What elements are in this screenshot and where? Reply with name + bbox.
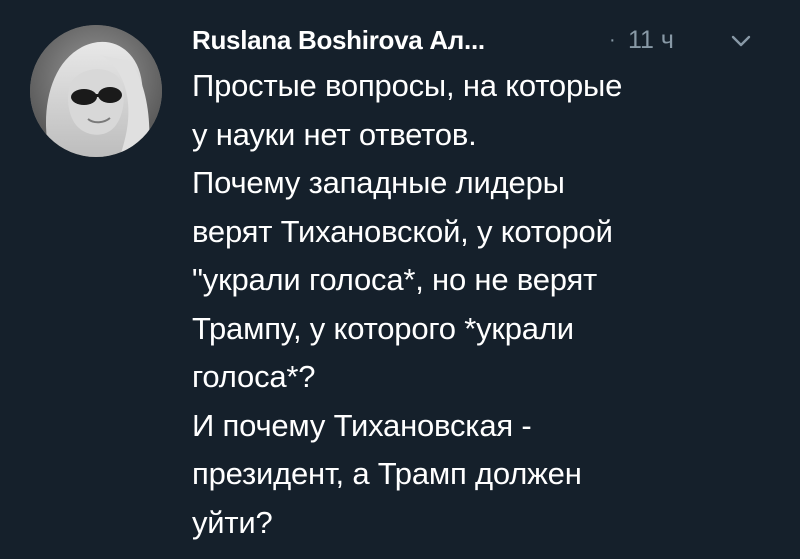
tweet-text-line: "украли голоса*, но не верят [192,262,598,297]
avatar-photo-icon [30,25,162,157]
tweet-text-line: верят Тихановской, у которой [192,213,613,249]
tweet-text-line: Трампу, у которого *украли [192,310,574,346]
chevron-down-icon[interactable] [730,30,752,52]
tweet-text-line: голоса*? [192,359,316,394]
tweet-text-line: Простые вопросы, на которые [192,68,623,103]
tweet-text-line: у науки нет ответов. [192,116,477,152]
tweet-text-line: И почему Тихановская - [192,407,532,443]
avatar[interactable] [30,25,162,157]
tweet-text: Простые вопросы, на которые у науки нет … [192,62,782,547]
timestamp[interactable]: 11 ч [628,22,674,58]
tweet-text-line: уйти? [192,504,273,540]
author-name[interactable]: Ruslana Boshirova Ал... [192,22,485,58]
tweet-text-line: Почему западные лидеры [192,165,565,200]
tweet[interactable]: Ruslana Boshirova Ал... · 11 ч Простые в… [0,0,800,559]
tweet-text-line: президент, а Трамп должен [192,456,582,491]
header-separator: · [609,29,616,51]
tweet-header: Ruslana Boshirova Ал... · 11 ч [192,22,782,58]
